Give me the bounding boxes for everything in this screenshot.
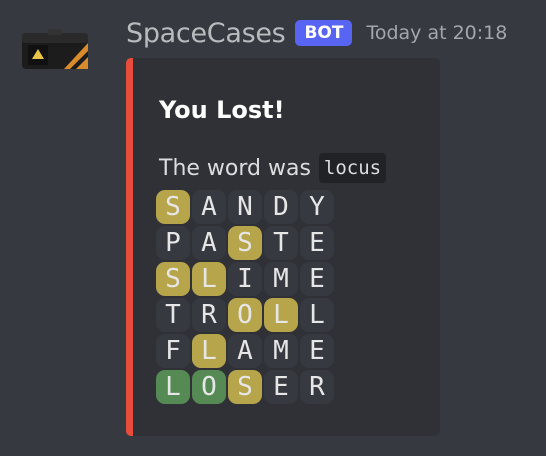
message-embed: You Lost! The word was locus SANDYPASTES… <box>126 58 440 436</box>
message-timestamp: Today at 20:18 <box>366 22 508 44</box>
letter-tile-absent: T <box>156 298 190 332</box>
letter-tile-absent: A <box>192 190 226 224</box>
letter-tile-present: S <box>156 190 190 224</box>
bot-avatar[interactable] <box>18 25 92 75</box>
answer-code: locus <box>318 153 387 183</box>
guess-row: PASTE <box>156 226 336 262</box>
message-header: SpaceCases BOT Today at 20:18 <box>126 15 507 51</box>
letter-tile-absent: E <box>300 334 334 368</box>
embed-accent-bar <box>126 58 133 436</box>
letter-tile-absent: F <box>156 334 190 368</box>
letter-tile-present: O <box>228 298 262 332</box>
letter-tile-present: S <box>228 370 262 404</box>
bot-badge: BOT <box>295 20 353 46</box>
letter-tile-absent: N <box>228 190 262 224</box>
letter-tile-absent: E <box>300 226 334 260</box>
letter-tile-present: S <box>228 226 262 260</box>
letter-tile-present: L <box>192 334 226 368</box>
guess-row: TROLL <box>156 298 336 334</box>
letter-tile-correct: O <box>192 370 226 404</box>
description-text: The word was <box>159 155 311 181</box>
letter-tile-absent: M <box>264 262 298 296</box>
username[interactable]: SpaceCases <box>126 18 286 49</box>
letter-tile-absent: P <box>156 226 190 260</box>
letter-tile-absent: R <box>300 370 334 404</box>
guess-row: LOSER <box>156 370 336 406</box>
letter-tile-absent: I <box>228 262 262 296</box>
letter-tile-correct: L <box>156 370 190 404</box>
letter-tile-absent: E <box>264 370 298 404</box>
letter-tile-absent: T <box>264 226 298 260</box>
weapon-case-icon <box>22 29 88 69</box>
letter-tile-absent: D <box>264 190 298 224</box>
letter-tile-absent: Y <box>300 190 334 224</box>
embed-title: You Lost! <box>159 96 285 124</box>
guess-grid: SANDYPASTESLIMETROLLFLAMELOSER <box>156 190 336 406</box>
guess-row: FLAME <box>156 334 336 370</box>
letter-tile-absent: M <box>264 334 298 368</box>
guess-row: SANDY <box>156 190 336 226</box>
letter-tile-present: L <box>192 262 226 296</box>
letter-tile-present: L <box>264 298 298 332</box>
guess-row: SLIME <box>156 262 336 298</box>
letter-tile-absent: R <box>192 298 226 332</box>
letter-tile-absent: E <box>300 262 334 296</box>
embed-description: The word was locus <box>159 153 387 183</box>
letter-tile-absent: L <box>300 298 334 332</box>
letter-tile-present: S <box>156 262 190 296</box>
letter-tile-absent: A <box>228 334 262 368</box>
letter-tile-absent: A <box>192 226 226 260</box>
